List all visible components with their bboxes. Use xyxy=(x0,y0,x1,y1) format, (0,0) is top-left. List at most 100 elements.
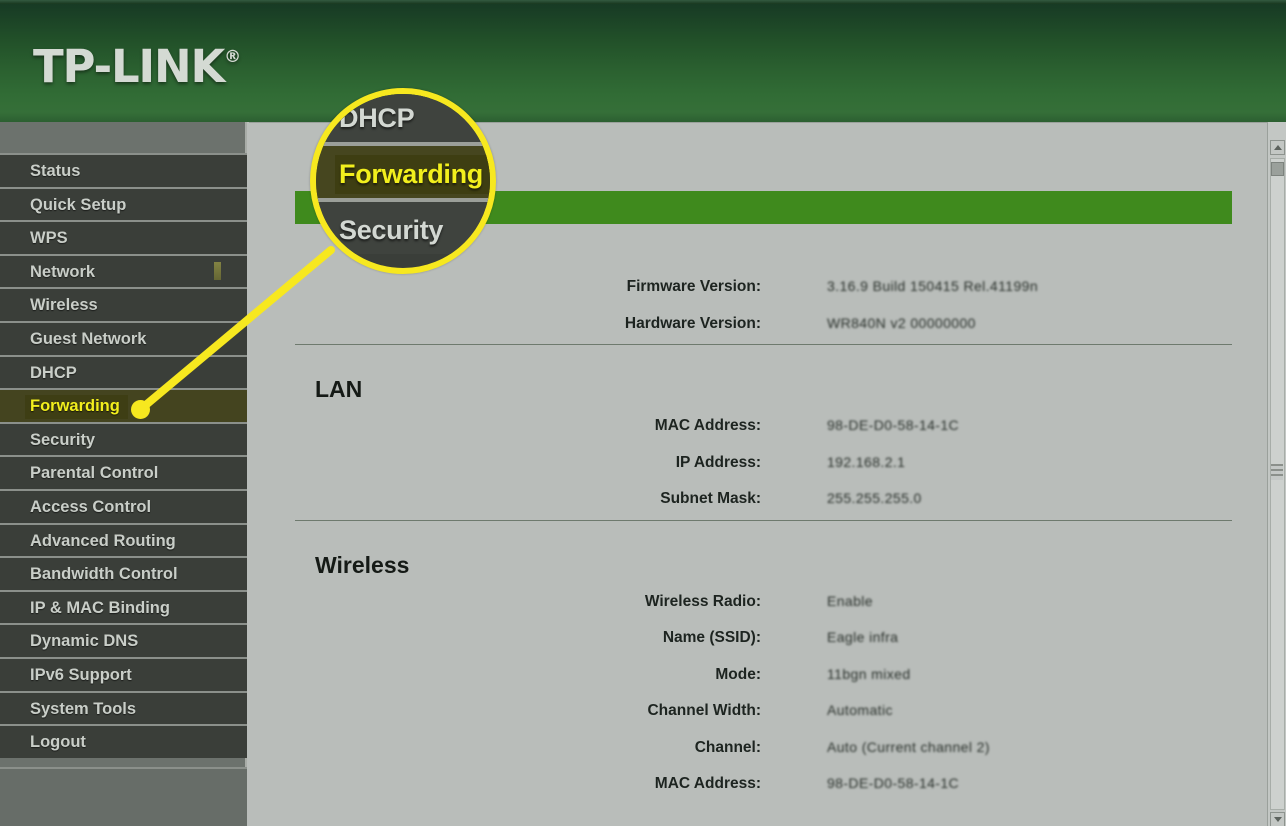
page-header: TP-LINK® xyxy=(0,0,1286,122)
status-row: MAC Address:98-DE-D0-58-14-1C xyxy=(249,775,1229,811)
magnifier-content: DHCP Forwarding Security xyxy=(316,94,496,274)
scrollbar-track[interactable] xyxy=(1270,158,1285,810)
status-row-label: Channel Width: xyxy=(249,702,761,720)
status-row-label: Firmware Version: xyxy=(249,278,761,296)
vertical-scrollbar[interactable] xyxy=(1267,122,1286,826)
callout-magnifier: DHCP Forwarding Security xyxy=(310,88,496,274)
section-title: Wireless xyxy=(315,552,409,579)
sidebar-item-guest-network[interactable]: Guest Network xyxy=(0,321,247,355)
sidebar-item-label: Forwarding xyxy=(30,397,120,415)
callout-anchor-dot xyxy=(131,400,150,419)
scrollbar-grip-icon xyxy=(1271,464,1283,480)
brand-text: TP-LINK xyxy=(33,40,224,93)
scrollbar-thumb[interactable] xyxy=(1271,162,1284,176)
magnified-item-label: Security xyxy=(339,215,443,245)
sidebar-item-label: Advanced Routing xyxy=(30,532,176,550)
sidebar-item-label: DHCP xyxy=(30,364,77,382)
status-row-label: Mode: xyxy=(249,666,761,684)
registered-mark-icon: ® xyxy=(224,47,241,67)
sidebar-item-label: System Tools xyxy=(30,700,136,718)
section-divider xyxy=(295,520,1232,521)
sidebar-item-label: WPS xyxy=(30,229,68,247)
tp-link-logo: TP-LINK® xyxy=(33,40,241,93)
sidebar: Status Quick Setup WPS Network Wireless Guest… xyxy=(0,122,247,826)
scroll-up-button[interactable] xyxy=(1270,140,1285,155)
sidebar-item-label: Bandwidth Control xyxy=(30,565,178,583)
sidebar-item-dynamic-dns[interactable]: Dynamic DNS xyxy=(0,623,247,657)
magnified-item-security: Security xyxy=(316,198,496,254)
status-row: Hardware Version:WR840N v2 00000000 xyxy=(249,315,1229,351)
sidebar-item-advanced-routing[interactable]: Advanced Routing xyxy=(0,523,247,557)
sidebar-item-ip-mac-binding[interactable]: IP & MAC Binding xyxy=(0,590,247,624)
scroll-down-button[interactable] xyxy=(1270,812,1285,826)
magnified-item-dhcp: DHCP xyxy=(316,88,496,142)
status-row-value: Eagle infra xyxy=(827,629,1247,645)
sidebar-item-wireless[interactable]: Wireless xyxy=(0,287,247,321)
sidebar-item-access-control[interactable]: Access Control xyxy=(0,489,247,523)
sidebar-item-forwarding[interactable]: Forwarding xyxy=(0,388,247,422)
sidebar-empty-area xyxy=(0,767,247,826)
status-row-value: WR840N v2 00000000 xyxy=(827,315,1247,331)
sidebar-item-label: Quick Setup xyxy=(30,196,126,214)
section-divider xyxy=(295,344,1232,345)
sidebar-item-bandwidth-control[interactable]: Bandwidth Control xyxy=(0,556,247,590)
sidebar-item-label: Dynamic DNS xyxy=(30,632,138,650)
status-row-label: Wireless Radio: xyxy=(249,593,761,611)
magnified-item-label: Forwarding xyxy=(339,159,483,189)
status-row-label: Hardware Version: xyxy=(249,315,761,333)
status-row-value: 11bgn mixed xyxy=(827,666,1247,682)
sidebar-item-label: Logout xyxy=(30,733,86,751)
sidebar-item-label: Access Control xyxy=(30,498,151,516)
sidebar-item-network[interactable]: Network xyxy=(0,254,247,288)
sidebar-item-label: Network xyxy=(30,263,95,281)
status-row-value: 192.168.2.1 xyxy=(827,454,1247,470)
status-row-value: 255.255.255.0 xyxy=(827,490,1247,506)
status-row-value: Enable xyxy=(827,593,1247,609)
sidebar-nav: Status Quick Setup WPS Network Wireless Guest… xyxy=(0,153,247,758)
status-row: Name (SSID):Eagle infra xyxy=(249,629,1229,665)
sidebar-item-label: Status xyxy=(30,162,80,180)
sidebar-item-label: IPv6 Support xyxy=(30,666,132,684)
sidebar-item-logout[interactable]: Logout xyxy=(0,724,247,758)
status-row: Subnet Mask:255.255.255.0 xyxy=(249,490,1229,526)
status-row: Wireless Radio:Enable xyxy=(249,593,1229,629)
sidebar-item-label: Parental Control xyxy=(30,464,158,482)
status-row: Mode:11bgn mixed xyxy=(249,666,1229,702)
sidebar-item-dhcp[interactable]: DHCP xyxy=(0,355,247,389)
status-row: Firmware Version:3.16.9 Build 150415 Rel… xyxy=(249,278,1229,314)
status-row: Channel:Auto (Current channel 2) xyxy=(249,739,1229,775)
status-row-value: 98-DE-D0-58-14-1C xyxy=(827,775,1247,791)
status-row-value: Automatic xyxy=(827,702,1247,718)
status-row-value: 98-DE-D0-58-14-1C xyxy=(827,417,1247,433)
status-row-label: MAC Address: xyxy=(249,417,761,435)
sidebar-item-ipv6-support[interactable]: IPv6 Support xyxy=(0,657,247,691)
sidebar-item-label: IP & MAC Binding xyxy=(30,599,170,617)
sidebar-item-system-tools[interactable]: System Tools xyxy=(0,691,247,725)
status-row: Channel Width:Automatic xyxy=(249,702,1229,738)
magnified-item-forwarding: Forwarding xyxy=(316,142,496,198)
header-top-edge xyxy=(0,0,1286,4)
status-row-label: Subnet Mask: xyxy=(249,490,761,508)
status-row-label: Name (SSID): xyxy=(249,629,761,647)
status-row-value: 3.16.9 Build 150415 Rel.41199n xyxy=(827,278,1247,294)
sidebar-item-label: Guest Network xyxy=(30,330,146,348)
magnified-item-label: DHCP xyxy=(339,103,414,133)
chevron-down-icon xyxy=(1274,817,1282,822)
status-row-value: Auto (Current channel 2) xyxy=(827,739,1247,755)
magnified-nav-items: DHCP Forwarding Security xyxy=(316,88,496,254)
status-row: MAC Address:98-DE-D0-58-14-1C xyxy=(249,417,1229,453)
sidebar-item-security[interactable]: Security xyxy=(0,422,247,456)
section-title: LAN xyxy=(315,376,362,403)
text-cursor-icon xyxy=(214,262,221,280)
status-row-label: MAC Address: xyxy=(249,775,761,793)
router-admin-page: TP-LINK® Status Quick Setup WPS Network Wire… xyxy=(0,0,1286,826)
sidebar-item-quick-setup[interactable]: Quick Setup xyxy=(0,187,247,221)
status-row-label: IP Address: xyxy=(249,454,761,472)
sidebar-item-label: Security xyxy=(30,431,95,449)
sidebar-item-label: Wireless xyxy=(30,296,98,314)
sidebar-item-parental-control[interactable]: Parental Control xyxy=(0,455,247,489)
chevron-up-icon xyxy=(1274,145,1282,150)
sidebar-item-wps[interactable]: WPS xyxy=(0,220,247,254)
status-row-label: Channel: xyxy=(249,739,761,757)
sidebar-item-status[interactable]: Status xyxy=(0,153,247,187)
